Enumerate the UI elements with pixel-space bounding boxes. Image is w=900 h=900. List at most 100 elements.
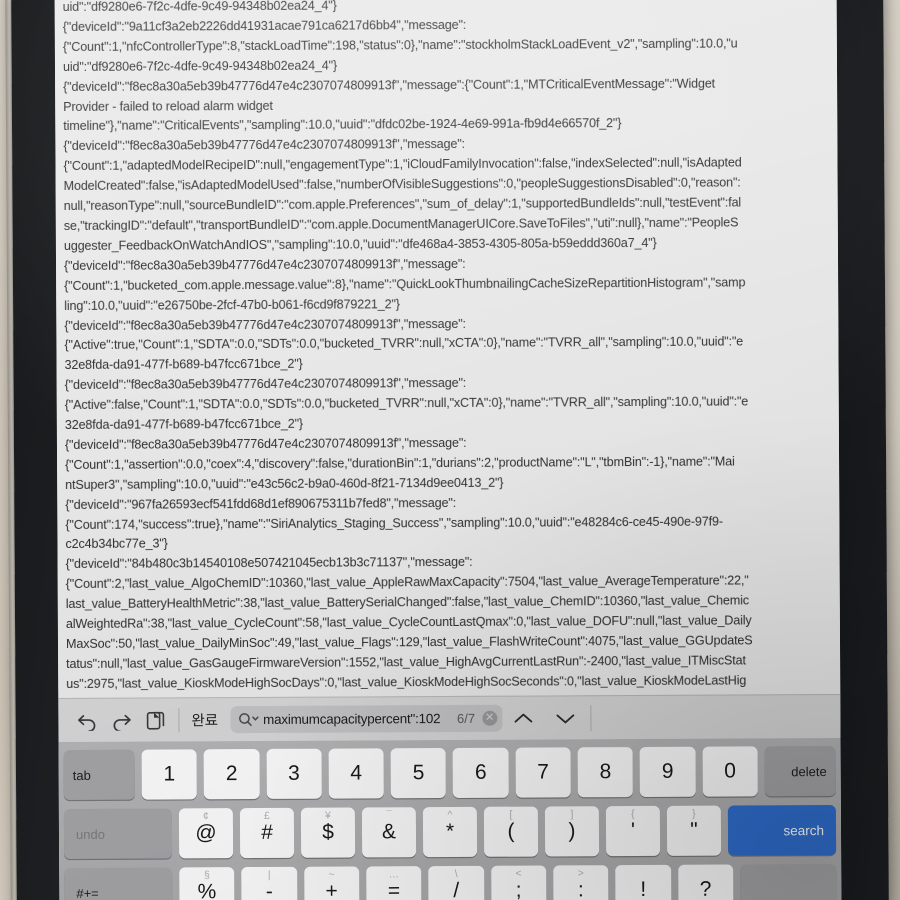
key-label: 1 [163, 762, 176, 786]
paste-clipboard-icon[interactable] [138, 705, 172, 735]
key-key[interactable]: [( [483, 806, 539, 857]
key-label: 9 [661, 759, 674, 783]
key-mod-shift[interactable] [740, 863, 837, 900]
key-key[interactable]: ¯ & [361, 807, 417, 858]
clear-search-button[interactable]: ✕ [482, 710, 498, 726]
key-label: ! [640, 877, 647, 900]
find-toolbar: 완료 maximumcapacitypercent":102 6/7 ✕ [58, 693, 841, 743]
key-key[interactable]: \ / [428, 865, 485, 900]
key-alt-label: { [631, 808, 635, 821]
log-text-view[interactable]: uid":"df9280e6-7f2c-4dfe-9c49-94348b02ea… [54, 0, 841, 699]
key-alt-label: } [692, 807, 696, 820]
key-delete[interactable]: delete [764, 745, 836, 797]
key-key[interactable]: ]) [544, 806, 600, 857]
key-alt-label: ¥ [324, 809, 331, 822]
key-key[interactable]: ? [677, 864, 734, 900]
key-0[interactable]: 0 [702, 746, 758, 797]
key-label: undo [75, 826, 105, 842]
key-search[interactable]: search [727, 804, 837, 856]
key-alt-label: | [267, 868, 271, 881]
key-label: + [325, 879, 338, 900]
search-match-count: 6/7 [456, 710, 476, 726]
toolbar-divider-right [590, 704, 592, 731]
search-field[interactable]: maximumcapacitypercent":102 6/7 ✕ [230, 704, 503, 734]
key-label: delete [791, 763, 827, 779]
key-alt-label: > [577, 867, 584, 880]
key-key[interactable]: £ # [239, 807, 295, 859]
key-label: # [261, 820, 273, 844]
key-label: = [387, 879, 401, 900]
chevron-down-icon[interactable] [544, 703, 586, 733]
key-key[interactable]: ¢ @ [178, 808, 234, 859]
key-label: ' [630, 819, 636, 843]
key-mod-symbol[interactable]: #+= [64, 867, 173, 900]
key-label: & [381, 820, 397, 844]
key-8[interactable]: 8 [577, 747, 634, 798]
key-key[interactable]: {' [605, 805, 661, 857]
key-label: 6 [474, 760, 487, 784]
key-key[interactable]: <; [490, 865, 547, 900]
key-label: ( [507, 819, 515, 843]
key-label: search [783, 822, 825, 838]
key-alt-label: ] [570, 808, 574, 821]
key-label: 2 [225, 762, 238, 786]
key-key[interactable]: §% [179, 867, 235, 900]
photo-scene: uid":"df9280e6-7f2c-4dfe-9c49-94348b02ea… [0, 0, 900, 900]
key-key[interactable]: ~ + [303, 866, 360, 900]
search-magnifier-icon [237, 712, 259, 727]
key-alt-label: … [388, 868, 400, 881]
key-undo[interactable]: undo [63, 808, 173, 860]
keyboard-row-symbols: undo ¢ @ £ # ¥ $ ¯ & ^ *[(]){'} " search [63, 804, 837, 860]
key-alt-label: ^ [447, 808, 453, 822]
key-label: $ [322, 820, 334, 844]
key-key[interactable]: ^ * [422, 806, 478, 858]
key-label: 7 [537, 760, 550, 784]
key-label: / [453, 878, 460, 900]
key-label: #+= [76, 885, 99, 900]
key-label: 5 [412, 761, 425, 785]
key-label: * [445, 819, 455, 844]
redo-arrow-icon[interactable] [104, 705, 138, 735]
key-5[interactable]: 5 [390, 748, 447, 799]
key-label: - [265, 879, 273, 900]
tablet-screen: uid":"df9280e6-7f2c-4dfe-9c49-94348b02ea… [54, 0, 842, 900]
keyboard-row-numbers: tab 1 2 3 4 5 6 7 8 9 0 delete [63, 745, 836, 801]
key-alt-label: ~ [328, 868, 335, 881]
key-alt-label: § [203, 869, 210, 882]
key-alt-label: \ [454, 867, 458, 880]
key-key[interactable]: ! [615, 864, 672, 900]
key-label: ; [515, 878, 522, 900]
key-key[interactable]: >: [553, 865, 609, 900]
key-label: @ [195, 821, 217, 845]
key-label: 3 [288, 761, 300, 785]
key-6[interactable]: 6 [453, 747, 509, 798]
key-tab[interactable]: tab [63, 749, 135, 801]
key-1[interactable]: 1 [141, 749, 198, 800]
on-screen-keyboard: tab 1 2 3 4 5 6 7 8 9 0 delete undo ¢ @ £ # ¥ $ ¯ & ^ *[(]){'… [58, 737, 842, 900]
key-alt-label: £ [263, 809, 270, 822]
key-alt-label: ¢ [202, 810, 209, 823]
key-key[interactable]: ¥ $ [300, 807, 356, 858]
search-input-value[interactable]: maximumcapacitypercent":102 [263, 711, 453, 727]
keyboard-row-punctuation: #+= §% | - ~ +… = \ / <; >:!? [64, 863, 837, 900]
key-label: 4 [350, 761, 363, 785]
done-button[interactable]: 완료 [185, 707, 230, 732]
key-label: tab [72, 767, 91, 783]
key-9[interactable]: 9 [639, 746, 696, 797]
key-key[interactable]: … = [366, 866, 422, 900]
key-label: ? [699, 877, 712, 900]
key-label: 8 [599, 760, 612, 784]
key-3[interactable]: 3 [266, 748, 322, 799]
key-label: : [577, 878, 584, 900]
key-4[interactable]: 4 [328, 748, 385, 799]
key-key[interactable]: } " [666, 805, 722, 856]
key-2[interactable]: 2 [203, 748, 260, 800]
key-label: " [690, 818, 698, 842]
toolbar-divider [178, 707, 180, 732]
key-key[interactable]: | - [241, 866, 298, 900]
undo-arrow-icon[interactable] [70, 705, 104, 735]
key-7[interactable]: 7 [515, 747, 571, 798]
chevron-up-icon[interactable] [502, 703, 544, 733]
key-alt-label: < [515, 867, 522, 880]
key-label: % [197, 880, 217, 900]
